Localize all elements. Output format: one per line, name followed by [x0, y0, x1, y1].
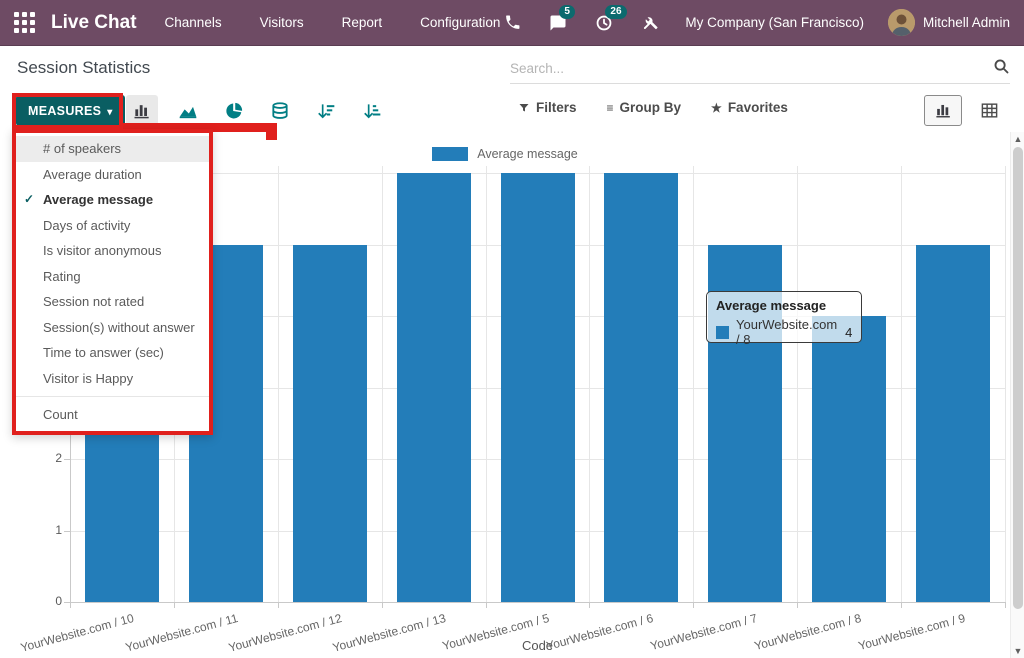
- activities-badge: 26: [605, 5, 626, 19]
- measure-item-count[interactable]: Count: [16, 402, 209, 428]
- measure-item-rating[interactable]: Rating: [16, 264, 209, 290]
- legend-color-box: [432, 147, 468, 161]
- tooltip-value: 4: [845, 325, 852, 340]
- bar-yourwebsite-com-6[interactable]: [604, 173, 678, 602]
- app-window: Live Chat Channels Visitors Report Configur…: [0, 0, 1024, 658]
- tools-icon[interactable]: [639, 12, 661, 34]
- measure-item-visitor-is-happy[interactable]: Visitor is Happy: [16, 366, 209, 392]
- legend-label: Average message: [477, 147, 578, 161]
- phone-icon[interactable]: [501, 12, 523, 34]
- search-facets: Filters ≡ Group By ★ Favorites: [518, 100, 788, 115]
- chart-type-tools: [126, 95, 388, 126]
- gridline-x-5: [589, 166, 590, 602]
- gridline-x-3: [382, 166, 383, 602]
- star-icon: ★: [711, 101, 722, 115]
- nav-item-report[interactable]: Report: [342, 15, 383, 30]
- gridline-x-8: [901, 166, 902, 602]
- measure-item-days-of-activity[interactable]: Days of activity: [16, 213, 209, 239]
- menu-divider: [16, 396, 209, 397]
- ytick-label-0: 0: [28, 594, 62, 608]
- bar-yourwebsite-com-12[interactable]: [293, 245, 367, 603]
- measure-item-session-not-rated[interactable]: Session not rated: [16, 289, 209, 315]
- view-switcher: [924, 95, 1008, 126]
- bar-yourwebsite-com-8[interactable]: [812, 316, 886, 602]
- tooltip-color-box: [716, 326, 729, 339]
- sort-ascending-button[interactable]: [356, 95, 388, 126]
- messages-badge: 5: [559, 5, 575, 19]
- gridline-x-9: [1005, 166, 1006, 602]
- line-chart-mode-button[interactable]: [172, 95, 204, 126]
- chart-tooltip: Average message YourWebsite.com / 8 4: [706, 291, 862, 343]
- scroll-down-arrow[interactable]: ▼: [1011, 644, 1024, 658]
- measure-item-is-visitor-anonymous[interactable]: Is visitor anonymous: [16, 238, 209, 264]
- measure-item--of-speakers[interactable]: # of speakers: [16, 136, 209, 162]
- search-icon[interactable]: [993, 58, 1010, 80]
- tooltip-series-label: YourWebsite.com / 8: [736, 317, 837, 347]
- tooltip-row: YourWebsite.com / 8 4: [716, 317, 852, 347]
- messages-icon[interactable]: 5: [547, 12, 569, 34]
- ytick-label-2: 2: [28, 451, 62, 465]
- tooltip-title: Average message: [716, 298, 852, 313]
- ytick-label-1: 1: [28, 523, 62, 537]
- graph-view-button[interactable]: [924, 95, 962, 126]
- scrollbar-thumb[interactable]: [1013, 147, 1023, 609]
- gridline-x-4: [486, 166, 487, 602]
- user-menu[interactable]: Mitchell Admin: [888, 9, 1010, 36]
- apps-grid-icon[interactable]: [14, 12, 35, 33]
- navbar-menu: Channels Visitors Report Configuration: [165, 15, 501, 30]
- bar-yourwebsite-com-9[interactable]: [916, 245, 990, 603]
- x-axis-line: [70, 602, 1005, 603]
- measure-item-session-s-without-answer[interactable]: Session(s) without answer: [16, 315, 209, 341]
- bar-yourwebsite-com-5[interactable]: [501, 173, 575, 602]
- nav-item-configuration[interactable]: Configuration: [420, 15, 500, 30]
- bars-icon: ≡: [607, 101, 614, 115]
- search-input[interactable]: [510, 61, 993, 76]
- check-icon: ✓: [24, 187, 34, 213]
- pivot-view-button[interactable]: [970, 95, 1008, 126]
- company-switcher[interactable]: My Company (San Francisco): [685, 15, 864, 30]
- gridline-x-6: [693, 166, 694, 602]
- favorites-button[interactable]: ★ Favorites: [711, 100, 788, 115]
- user-avatar: [888, 9, 915, 36]
- navbar-right: 5 26 My Company (San Francisco) Mitchell…: [501, 9, 1010, 36]
- measures-dropdown: # of speakersAverage duration✓Average me…: [12, 129, 213, 435]
- control-panel-top: Session Statistics: [0, 46, 1024, 90]
- nav-item-visitors[interactable]: Visitors: [260, 15, 304, 30]
- sort-descending-button[interactable]: [310, 95, 342, 126]
- stacked-toggle-button[interactable]: [264, 95, 296, 126]
- activities-clock-icon[interactable]: 26: [593, 12, 615, 34]
- measures-button[interactable]: MEASURES▾: [16, 95, 125, 126]
- filters-button[interactable]: Filters: [518, 100, 577, 115]
- gridline-x-2: [278, 166, 279, 602]
- user-name: Mitchell Admin: [923, 15, 1010, 30]
- nav-item-channels[interactable]: Channels: [165, 15, 222, 30]
- measure-item-average-duration[interactable]: Average duration: [16, 162, 209, 188]
- gridline-x-7: [797, 166, 798, 602]
- app-title[interactable]: Live Chat: [51, 12, 137, 34]
- page-title: Session Statistics: [17, 58, 150, 78]
- group-by-button[interactable]: ≡ Group By: [607, 100, 682, 115]
- caret-down-icon: ▾: [107, 107, 112, 118]
- top-navbar: Live Chat Channels Visitors Report Configur…: [0, 0, 1024, 46]
- measure-item-average-message[interactable]: ✓Average message: [16, 187, 209, 213]
- xtick-mark-9: [1005, 602, 1006, 608]
- bar-chart-mode-button[interactable]: [126, 95, 158, 126]
- bar-yourwebsite-com-13[interactable]: [397, 173, 471, 602]
- measure-item-time-to-answer-sec-[interactable]: Time to answer (sec): [16, 340, 209, 366]
- graph-toolbar: MEASURES▾ Filters: [0, 90, 1024, 132]
- vertical-scrollbar[interactable]: ▲ ▼: [1010, 132, 1024, 658]
- search-bar: [510, 54, 1010, 84]
- pie-chart-mode-button[interactable]: [218, 95, 250, 126]
- scroll-up-arrow[interactable]: ▲: [1011, 132, 1024, 146]
